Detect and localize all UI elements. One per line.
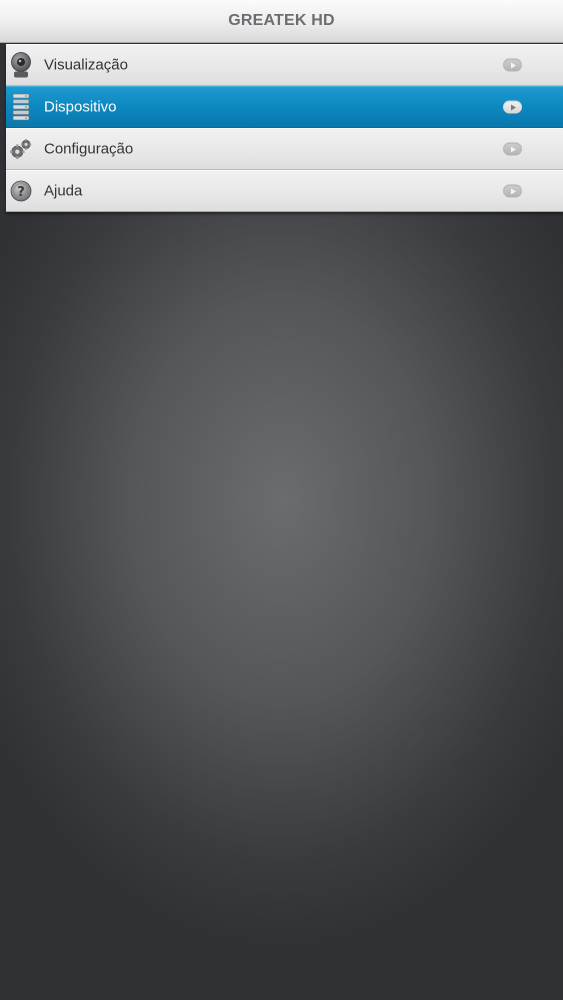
svg-text:?: ? [17,185,25,200]
chevron-right-icon [503,142,522,156]
title-bar: GREATEK HD [0,0,563,43]
app-title: GREATEK HD [228,12,335,29]
chevron-right-icon [503,184,522,198]
menu-item-label: Visualização [44,56,128,74]
camera-icon [10,50,32,80]
menu-item-dispositivo[interactable]: Dispositivo [6,86,563,128]
app-screen: GREATEK HD Visualização Dispositivo Conf… [0,0,563,1000]
gears-icon [10,134,32,164]
menu-item-label: Configuração [44,140,134,158]
device-list-icon [10,92,32,122]
chevron-right-icon [503,100,522,114]
menu-item-visualizacao[interactable]: Visualização [6,44,563,86]
chevron-right-icon [503,58,522,72]
main-menu: Visualização Dispositivo Configuração ? … [6,44,563,212]
help-icon: ? [10,176,32,206]
menu-item-ajuda[interactable]: ? Ajuda [6,170,563,212]
menu-item-configuracao[interactable]: Configuração [6,128,563,170]
menu-item-label: Ajuda [44,182,83,200]
menu-item-label: Dispositivo [44,98,117,116]
